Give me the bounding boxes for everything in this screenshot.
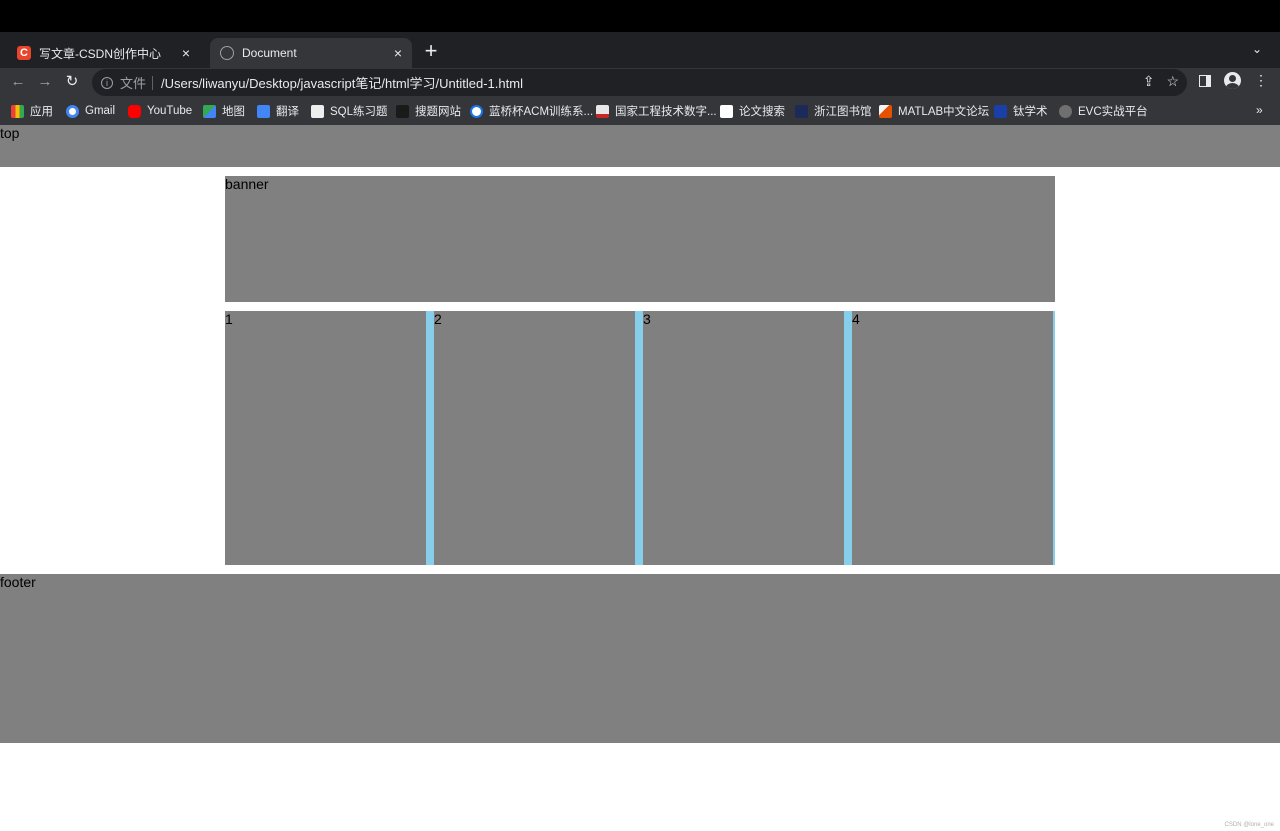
bookmark-label: 蓝桥杯ACM训练系... <box>489 106 594 118</box>
more-menu-icon[interactable]: ⋮ <box>1254 72 1268 89</box>
close-icon[interactable]: × <box>176 45 196 61</box>
gov-tech-icon <box>596 104 609 118</box>
banner-block: banner <box>225 176 1055 302</box>
box-3: 3 <box>643 311 844 565</box>
top-label: top <box>0 125 20 141</box>
youtube-icon <box>128 104 141 118</box>
bookmark-matlab[interactable]: MATLAB中文论坛 <box>879 103 989 119</box>
bookmark-gov-tech[interactable]: 国家工程技术数字... <box>596 103 717 119</box>
footer-block: footer <box>0 574 1280 743</box>
tab-strip: C 写文章-CSDN创作中心 × Document × + ⌄ <box>0 32 1280 68</box>
bookmark-label: YouTube <box>147 105 193 117</box>
page-viewport: top banner 1 2 3 4 footer CSDN @lone_one <box>0 125 1280 831</box>
bookmark-label: EVC实战平台 <box>1078 106 1148 118</box>
apps-grid-icon <box>11 104 24 118</box>
bookmark-sql[interactable]: SQL练习题 <box>311 103 388 119</box>
os-menu-bar <box>0 0 1280 32</box>
tab-title: Document <box>242 46 297 60</box>
banner-label: banner <box>225 176 269 192</box>
box-label: 2 <box>434 311 442 327</box>
globe-icon <box>1059 104 1072 118</box>
tab-search-chevron-down-icon[interactable]: ⌄ <box>1252 42 1262 56</box>
bookmark-ti-academic[interactable]: 钛学术 <box>994 103 1048 119</box>
new-tab-button[interactable]: + <box>421 40 441 62</box>
box-label: 1 <box>225 311 233 327</box>
back-arrow-icon[interactable]: ← <box>7 71 29 93</box>
footer-label: footer <box>0 574 36 590</box>
bookmark-maps[interactable]: 地图 <box>203 103 245 119</box>
box-label: 3 <box>643 311 651 327</box>
box-label: 4 <box>852 311 860 327</box>
bookmark-label: 国家工程技术数字... <box>615 106 717 118</box>
tab-document[interactable]: Document × <box>210 38 412 68</box>
bookmark-paper-search[interactable]: 论文搜索 <box>720 103 785 119</box>
bookmark-label: 翻译 <box>276 106 299 118</box>
lanqiao-icon <box>470 104 483 118</box>
bookmark-youtube[interactable]: YouTube <box>128 103 192 119</box>
sql-icon <box>311 104 324 118</box>
bookmark-label: Gmail <box>85 105 116 117</box>
translate-icon <box>257 104 270 118</box>
bookmark-translate[interactable]: 翻译 <box>257 103 299 119</box>
bookmarks-overflow-chevron-icon[interactable]: » <box>1256 103 1263 117</box>
url-text[interactable]: /Users/liwanyu/Desktop/javascript笔记/html… <box>161 73 523 92</box>
bookmark-label: MATLAB中文论坛 <box>898 106 990 118</box>
bookmark-gmail[interactable]: Gmail <box>66 103 115 119</box>
bookmark-star-icon[interactable]: ☆ <box>1166 73 1179 90</box>
side-panel-icon[interactable] <box>1199 74 1211 87</box>
watermark: CSDN @lone_one <box>1224 822 1274 828</box>
google-icon <box>66 104 79 118</box>
box-4: 4 <box>852 311 1053 565</box>
box-2: 2 <box>434 311 635 565</box>
bookmark-evc[interactable]: EVC实战平台 <box>1059 103 1148 119</box>
address-bar[interactable]: i 文件 /Users/liwanyu/Desktop/javascript笔记… <box>92 69 1187 96</box>
profile-avatar-icon[interactable] <box>1224 72 1241 89</box>
globe-icon <box>220 46 234 60</box>
library-icon <box>795 104 808 118</box>
maps-icon <box>203 104 216 118</box>
bookmarks-bar: 应用 Gmail YouTube 地图 翻译 SQL练习题 搜题网站 蓝桥杯AC… <box>0 97 1280 125</box>
share-icon[interactable]: ⇪ <box>1143 73 1155 90</box>
tab-title: 写文章-CSDN创作中心 <box>39 46 161 61</box>
bookmark-label: 论文搜索 <box>739 106 785 118</box>
bookmark-label: 浙江图书馆 <box>814 106 872 118</box>
bookmark-apps[interactable]: 应用 <box>11 103 53 119</box>
bookmark-label: 地图 <box>222 106 245 118</box>
reload-icon[interactable]: ↻ <box>61 71 83 93</box>
close-icon[interactable]: × <box>388 45 408 61</box>
bookmark-label: SQL练习题 <box>330 106 388 118</box>
box-1: 1 <box>225 311 426 565</box>
tab-csdn[interactable]: C 写文章-CSDN创作中心 × <box>0 38 200 68</box>
browser-toolbar: ← → ↻ i 文件 /Users/liwanyu/Desktop/javasc… <box>0 68 1280 97</box>
bookmark-label: 钛学术 <box>1013 106 1048 118</box>
divider <box>152 75 154 90</box>
info-icon[interactable]: i <box>101 76 113 89</box>
boxes-container: 1 2 3 4 <box>225 311 1055 565</box>
bookmark-lanqiao[interactable]: 蓝桥杯ACM训练系... <box>470 103 593 119</box>
bookmark-label: 应用 <box>30 106 53 118</box>
bookmark-library[interactable]: 浙江图书馆 <box>795 103 872 119</box>
matlab-icon <box>879 104 892 118</box>
file-scheme-label: 文件 <box>120 76 147 91</box>
paper-search-icon <box>720 104 733 118</box>
csdn-icon: C <box>17 46 31 60</box>
bookmark-search-site[interactable]: 搜题网站 <box>396 103 461 119</box>
bookmark-label: 搜题网站 <box>415 106 461 118</box>
ti-academic-icon <box>994 104 1007 118</box>
top-block: top <box>0 125 1280 167</box>
forward-arrow-icon[interactable]: → <box>34 71 56 93</box>
search-site-icon <box>396 104 409 118</box>
